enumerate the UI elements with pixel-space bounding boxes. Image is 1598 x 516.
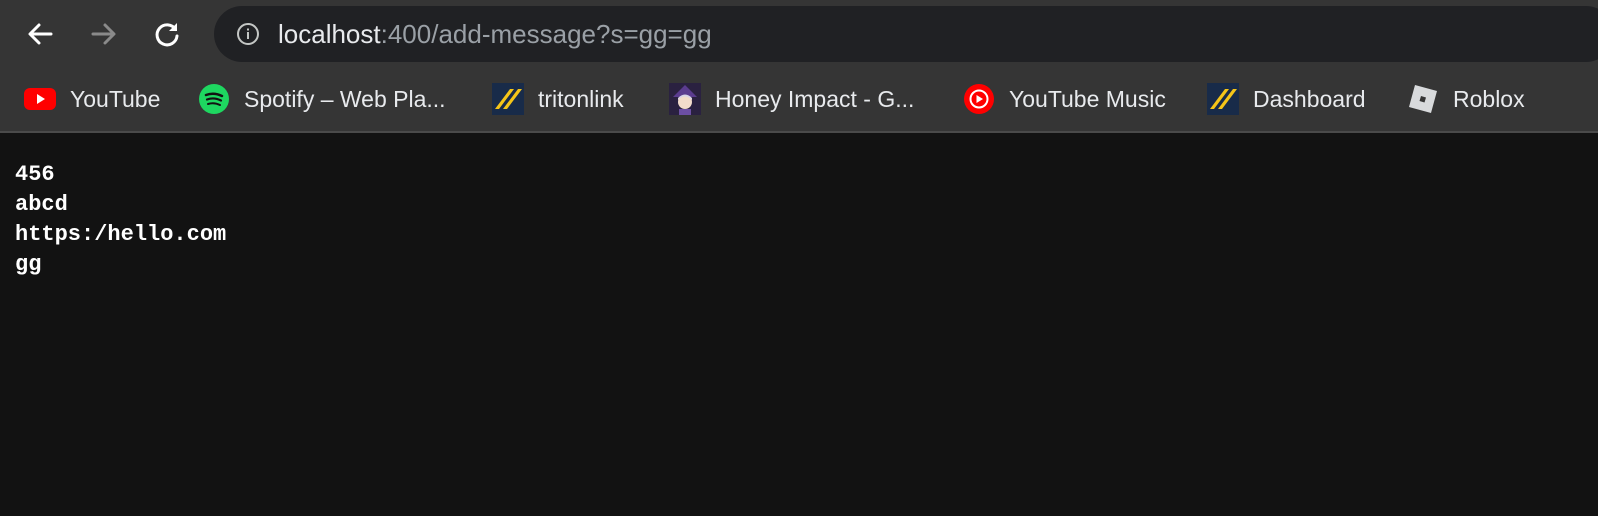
forward-arrow-icon <box>91 23 116 45</box>
bookmark-roblox[interactable]: Roblox <box>1407 81 1525 117</box>
message-line: abcd <box>15 192 68 217</box>
bookmark-label: Spotify – Web Pla... <box>244 86 446 112</box>
reload-button[interactable] <box>147 14 187 54</box>
bookmark-tritonlink[interactable]: tritonlink <box>492 81 624 117</box>
youtube-icon <box>24 83 56 115</box>
tritonlink-icon <box>492 83 524 115</box>
reload-icon <box>155 23 179 47</box>
bookmark-label: Dashboard <box>1253 86 1366 112</box>
browser-toolbar: localhost:400/add-message?s=gg=gg <box>0 0 1598 68</box>
bookmark-youtube[interactable]: YouTube <box>24 81 160 117</box>
info-icon[interactable] <box>236 22 260 46</box>
bookmark-spotify[interactable]: Spotify – Web Pla... <box>198 81 446 117</box>
bookmark-honey-impact[interactable]: Honey Impact - G... <box>669 81 914 117</box>
roblox-icon <box>1407 83 1439 115</box>
bookmark-label: YouTube <box>70 86 161 112</box>
back-button[interactable] <box>20 14 60 54</box>
message-line: 456 <box>15 162 55 187</box>
url-path: :400/add-message?s=gg=gg <box>380 19 712 49</box>
page-content: 456 abcd https:/hello.com gg <box>15 160 226 280</box>
address-bar[interactable]: localhost:400/add-message?s=gg=gg <box>214 6 1598 62</box>
bookmark-dashboard[interactable]: Dashboard <box>1207 81 1366 117</box>
dashboard-icon <box>1207 83 1239 115</box>
forward-button[interactable] <box>84 14 124 54</box>
bookmark-label: Honey Impact - G... <box>715 86 915 112</box>
back-arrow-icon <box>28 23 53 45</box>
youtube-music-icon <box>963 83 995 115</box>
honey-impact-icon <box>669 83 701 115</box>
bookmark-label: tritonlink <box>538 86 624 112</box>
url-text[interactable]: localhost:400/add-message?s=gg=gg <box>278 19 712 49</box>
bookmarks-bar: YouTube Spotify – Web Pla... tritonlink <box>0 68 1598 133</box>
url-host: localhost <box>278 19 381 49</box>
message-line: gg <box>15 252 42 277</box>
bookmark-label: YouTube Music <box>1009 86 1166 112</box>
bookmark-youtube-music[interactable]: YouTube Music <box>963 81 1166 117</box>
spotify-icon <box>198 83 230 115</box>
bookmark-label: Roblox <box>1453 86 1525 112</box>
message-line: https:/hello.com <box>15 222 227 247</box>
